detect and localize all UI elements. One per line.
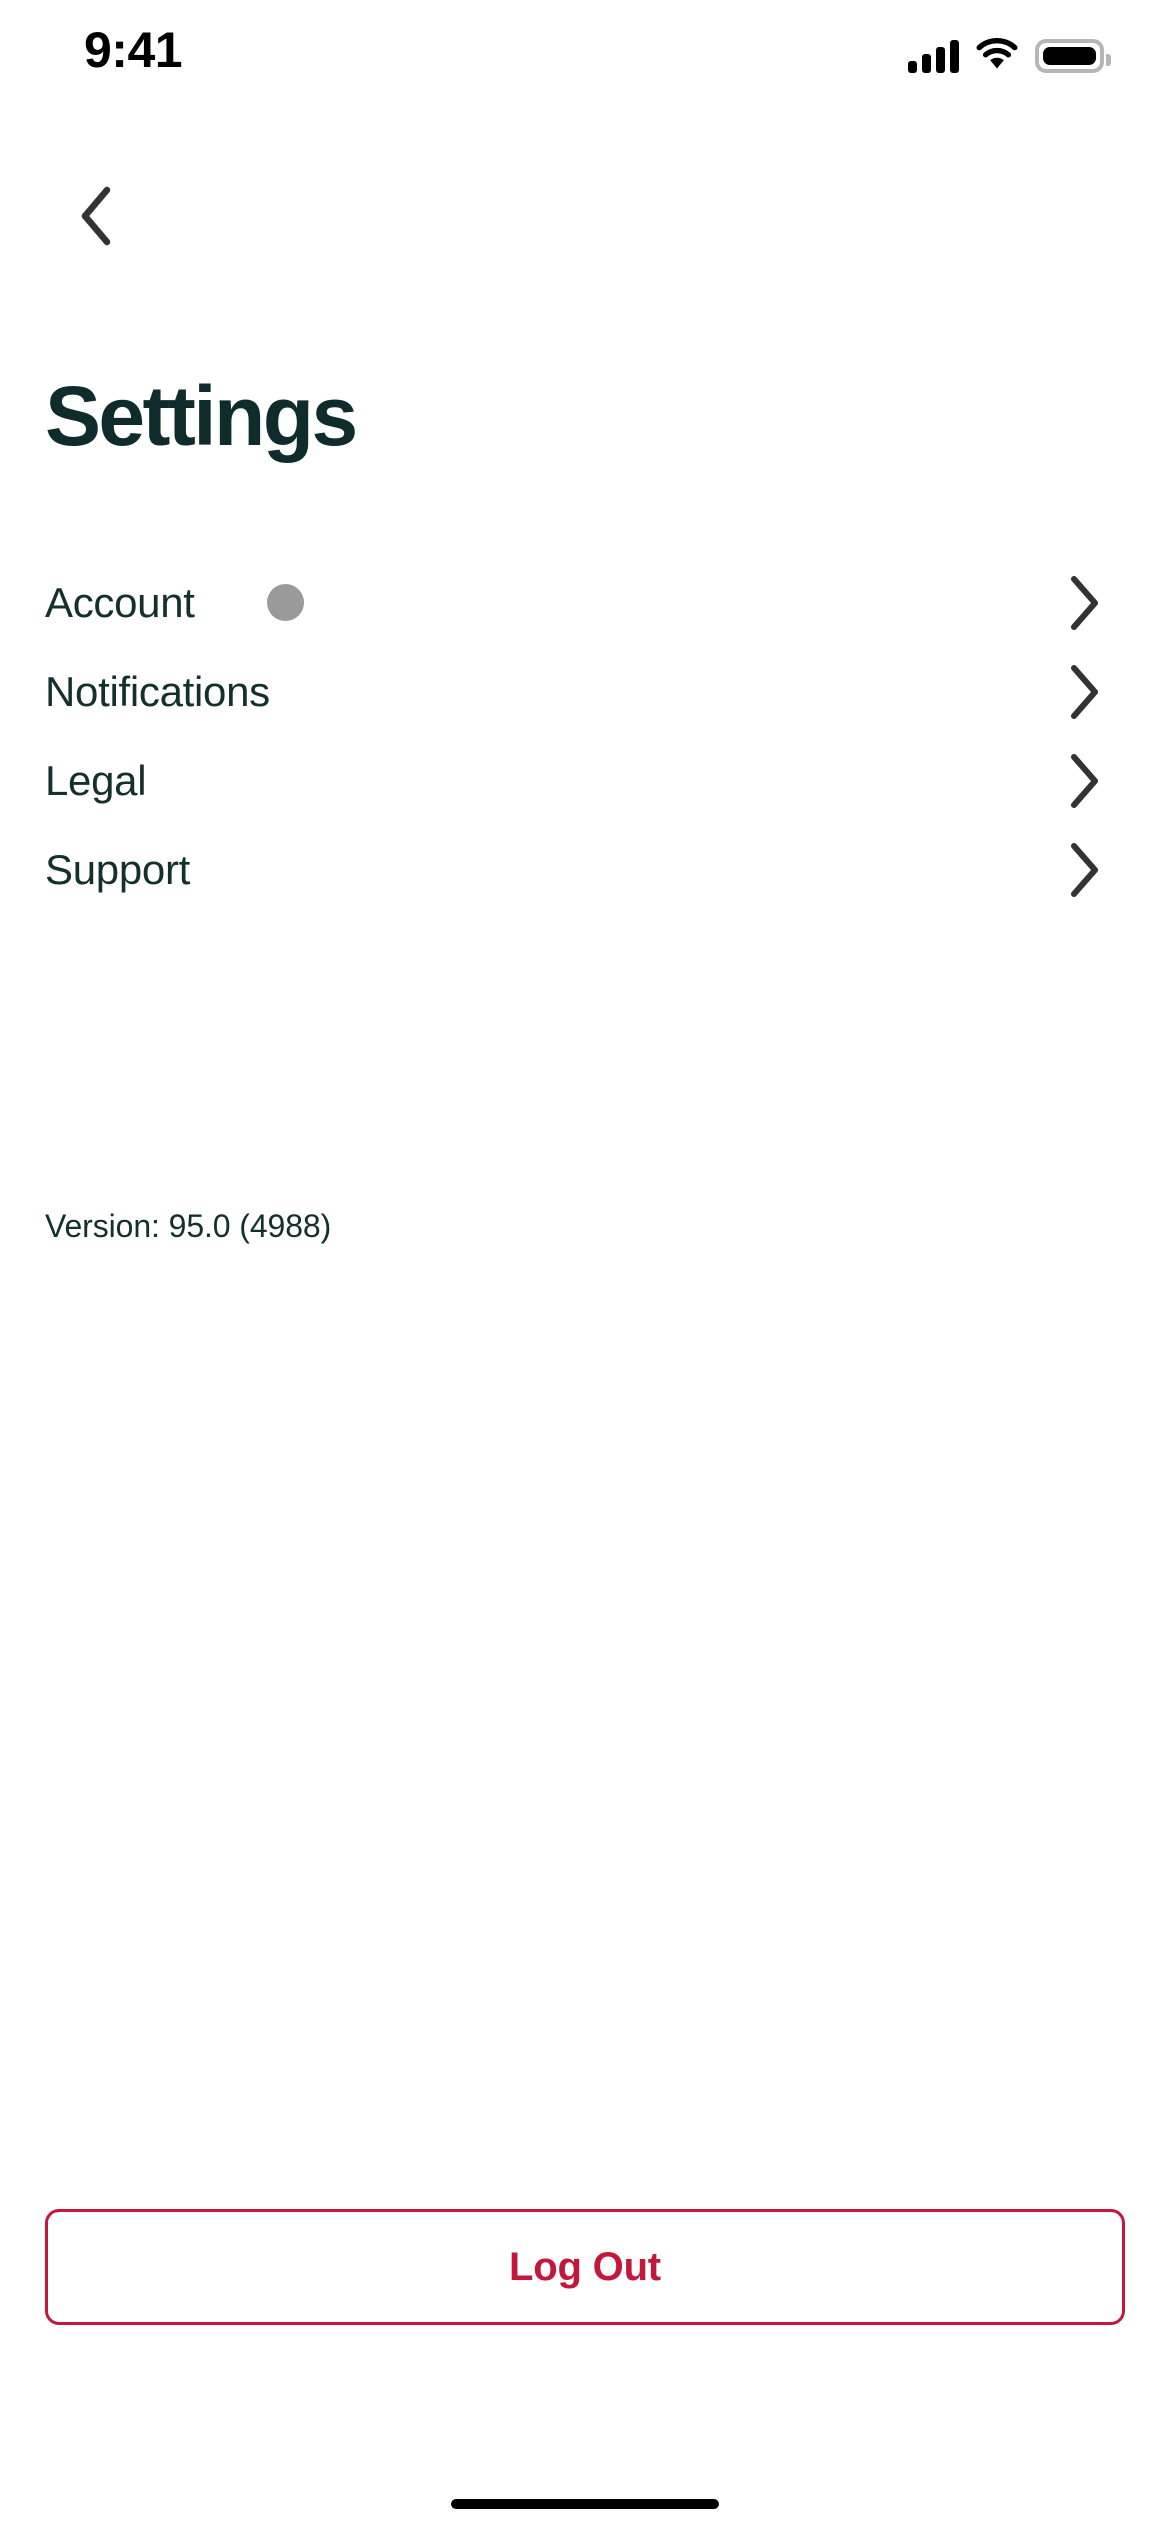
chevron-right-icon xyxy=(1068,842,1102,898)
status-bar-indicators xyxy=(908,33,1111,73)
cellular-signal-icon xyxy=(908,39,959,73)
menu-item-label: Support xyxy=(45,845,191,893)
settings-menu-list: Account Notifications Legal Support xyxy=(0,558,1170,914)
back-button[interactable] xyxy=(48,168,144,264)
menu-item-notifications[interactable]: Notifications xyxy=(0,647,1170,736)
menu-item-label: Account xyxy=(45,578,195,626)
menu-item-label: Notifications xyxy=(45,667,270,715)
chevron-right-icon xyxy=(1068,575,1102,631)
app-version-text: Version: 95.0 (4988) xyxy=(45,1208,332,1244)
menu-item-legal[interactable]: Legal xyxy=(0,736,1170,825)
home-indicator[interactable] xyxy=(451,2499,719,2509)
menu-item-account[interactable]: Account xyxy=(0,558,1170,647)
log-out-button[interactable]: Log Out xyxy=(45,2209,1125,2325)
chevron-right-icon xyxy=(1068,664,1102,720)
chevron-right-icon xyxy=(1068,753,1102,809)
page-title: Settings xyxy=(45,369,358,463)
avatar-placeholder-icon xyxy=(266,584,304,621)
menu-item-support[interactable]: Support xyxy=(0,825,1170,914)
battery-icon xyxy=(1035,39,1111,73)
chevron-left-icon xyxy=(81,186,111,246)
log-out-button-label: Log Out xyxy=(509,2245,661,2289)
menu-item-label: Legal xyxy=(45,756,147,804)
status-bar: 9:41 xyxy=(0,0,1170,110)
status-bar-time: 9:41 xyxy=(84,22,183,78)
settings-screen: 9:41 Settings Account Notifications Lega… xyxy=(0,0,1170,2532)
wifi-icon xyxy=(976,38,1018,69)
battery-fill xyxy=(1043,47,1096,65)
